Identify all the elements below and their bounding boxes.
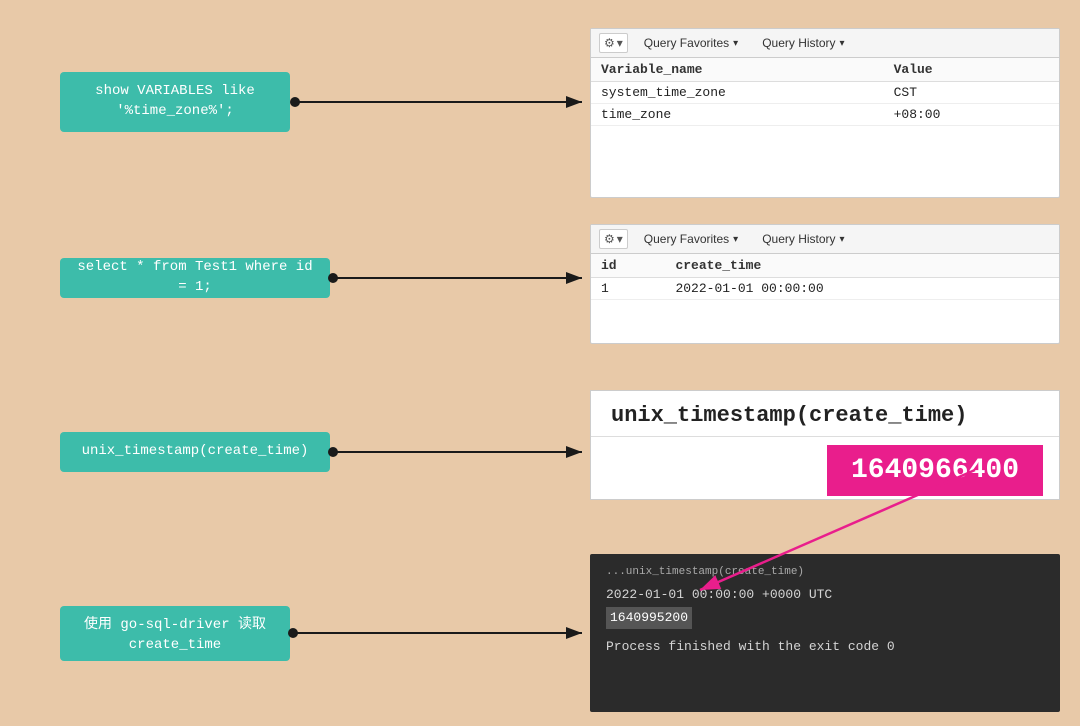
- query-text-2: select * from Test1 where id = 1;: [76, 258, 314, 297]
- unix-timestamp-panel: unix_timestamp(create_time) 1640966400: [590, 390, 1060, 500]
- col-empty: [1019, 58, 1059, 82]
- result-panel-2: ⚙ ▾ Query Favorites ▾ Query History ▾ id…: [590, 224, 1060, 344]
- col-value: Value: [884, 58, 1019, 82]
- query-history-tab-2[interactable]: Query History ▾: [754, 230, 852, 248]
- terminal-line-1: 2022-01-01 00:00:00 +0000 UTC: [606, 585, 1044, 605]
- query-text-3: unix_timestamp(create_time): [82, 442, 309, 462]
- chevron-down-icon-3: ▾: [733, 234, 738, 245]
- result-panel-1: ⚙ ▾ Query Favorites ▾ Query History ▾ Va…: [590, 28, 1060, 198]
- result-table-2: id create_time 1 2022-01-01 00:00:00: [591, 254, 1059, 300]
- query-favorites-tab-2[interactable]: Query Favorites ▾: [636, 230, 746, 248]
- gear-dropdown-arrow: ▾: [617, 36, 623, 50]
- table-row: system_time_zone CST: [591, 82, 1059, 104]
- cell-create-time-value: 2022-01-01 00:00:00: [665, 278, 1017, 300]
- cell-tz-name: time_zone: [591, 104, 884, 126]
- query-box-3: unix_timestamp(create_time): [60, 432, 330, 472]
- cell-id-value: 1: [591, 278, 665, 300]
- col-empty-3: [1017, 254, 1059, 278]
- cell-system-tz-name: system_time_zone: [591, 82, 884, 104]
- dot-1: [290, 97, 300, 107]
- terminal-panel: ...unix_timestamp(create_time) 2022-01-0…: [590, 554, 1060, 712]
- toolbar-1: ⚙ ▾ Query Favorites ▾ Query History ▾: [591, 29, 1059, 58]
- query-text-1: show VARIABLES like'%time_zone%';: [95, 83, 255, 119]
- cell-empty-4: [1017, 278, 1059, 300]
- chevron-down-icon-2: ▾: [840, 38, 845, 49]
- terminal-line-2: 1640995200: [606, 607, 1044, 629]
- chevron-down-icon-4: ▾: [840, 234, 845, 245]
- query-box-1: show VARIABLES like'%time_zone%';: [60, 72, 290, 132]
- unix-header: unix_timestamp(create_time): [591, 391, 1059, 437]
- cell-empty-2: [1019, 104, 1059, 126]
- query-text-4: 使用 go-sql-driver 读取create_time: [84, 617, 266, 653]
- gear-icon-2: ⚙: [604, 232, 615, 246]
- gear-button-1[interactable]: ⚙ ▾: [599, 33, 628, 53]
- gear-icon: ⚙: [604, 36, 615, 50]
- table-row: 1 2022-01-01 00:00:00: [591, 278, 1059, 300]
- terminal-line-0: ...unix_timestamp(create_time): [606, 564, 1044, 581]
- terminal-highlighted-value: 1640995200: [606, 607, 692, 629]
- query-history-tab-1[interactable]: Query History ▾: [754, 34, 852, 52]
- col-create-time: create_time: [665, 254, 1017, 278]
- result-table-1: Variable_name Value system_time_zone CST…: [591, 58, 1059, 126]
- terminal-exit-line: Process finished with the exit code 0: [606, 637, 1044, 657]
- gear-button-2[interactable]: ⚙ ▾: [599, 229, 628, 249]
- col-variable-name: Variable_name: [591, 58, 884, 82]
- unix-value-wrap: 1640966400: [591, 437, 1059, 508]
- toolbar-2: ⚙ ▾ Query Favorites ▾ Query History ▾: [591, 225, 1059, 254]
- gear-dropdown-arrow-2: ▾: [617, 232, 623, 246]
- query-box-2: select * from Test1 where id = 1;: [60, 258, 330, 298]
- col-id: id: [591, 254, 665, 278]
- cell-system-tz-value: CST: [884, 82, 1019, 104]
- cell-tz-value: +08:00: [884, 104, 1019, 126]
- query-box-4: 使用 go-sql-driver 读取create_time: [60, 606, 290, 661]
- table-row: time_zone +08:00: [591, 104, 1059, 126]
- cell-empty: [1019, 82, 1059, 104]
- query-favorites-tab-1[interactable]: Query Favorites ▾: [636, 34, 746, 52]
- unix-value: 1640966400: [827, 445, 1043, 496]
- chevron-down-icon: ▾: [733, 38, 738, 49]
